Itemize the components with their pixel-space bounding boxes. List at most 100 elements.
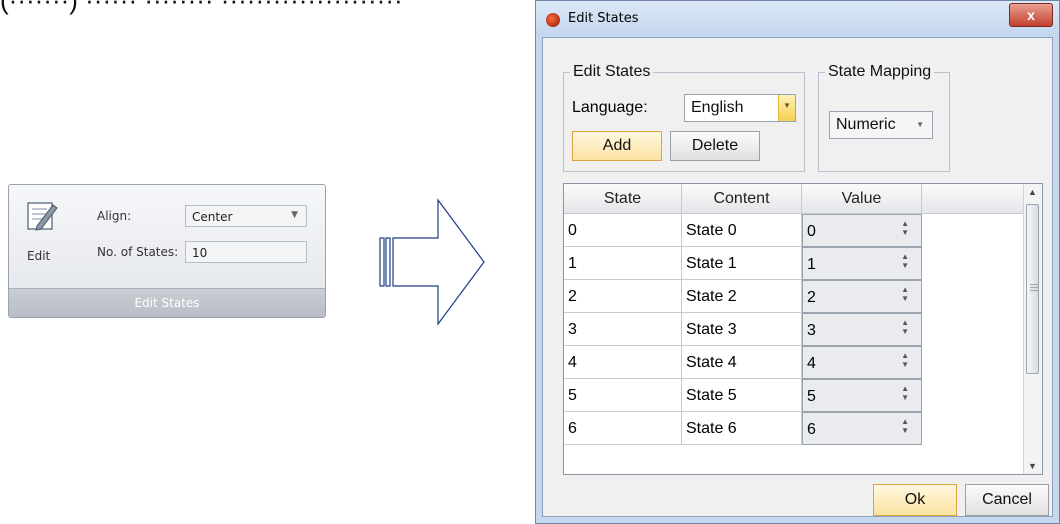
value-spinner[interactable]: 1 ▲ ▼ — [802, 247, 922, 280]
app-icon — [546, 13, 560, 27]
table-cell-state[interactable]: 4 — [564, 346, 682, 379]
cell-text: 5 — [568, 387, 577, 404]
spinner-arrows-icon[interactable]: ▲ ▼ — [901, 318, 909, 336]
table-cell-content[interactable]: State 0 — [682, 214, 802, 247]
spinner-arrows-icon[interactable]: ▲ ▼ — [901, 417, 909, 435]
dialog-client-area: Edit States Language: English ▼ Add Dele… — [542, 37, 1053, 517]
chevron-down-icon: ▼ — [783, 101, 791, 110]
scroll-up-icon[interactable]: ▲ — [1028, 187, 1037, 197]
cell-text: 0 — [807, 223, 816, 240]
table-cell-content[interactable]: State 5 — [682, 379, 802, 412]
value-spinner[interactable]: 4 ▲ ▼ — [802, 346, 922, 379]
column-header-value[interactable]: Value — [802, 184, 922, 214]
states-count-field[interactable]: 10 — [185, 241, 307, 263]
table-cell-blank — [922, 214, 1024, 247]
state-mapping-dropdown[interactable]: Numeric ▼ — [829, 111, 933, 139]
table-cell-state[interactable]: 5 — [564, 379, 682, 412]
column-header-state[interactable]: State — [564, 184, 682, 214]
spinner-arrows-icon[interactable]: ▲ ▼ — [901, 219, 909, 237]
edit-states-group-title: Edit States — [570, 63, 654, 81]
chevron-down-icon: ▼ — [291, 210, 298, 220]
column-header-blank — [922, 184, 1024, 214]
add-button-label: Add — [602, 137, 632, 154]
edit-button[interactable]: Edit — [17, 193, 63, 265]
language-dropdown[interactable]: English ▼ — [684, 94, 796, 122]
value-spinner[interactable]: 6 ▲ ▼ — [802, 412, 922, 445]
delete-button-label: Delete — [691, 137, 739, 154]
arrow-right-icon — [379, 198, 485, 326]
value-spinner[interactable]: 5 ▲ ▼ — [802, 379, 922, 412]
edit-states-groupbox: Edit States Language: English ▼ Add Dele… — [563, 63, 805, 172]
cancel-button[interactable]: Cancel — [965, 484, 1049, 516]
column-header-content[interactable]: Content — [682, 184, 802, 214]
scroll-down-icon[interactable]: ▼ — [1028, 461, 1037, 471]
cell-text: State 6 — [686, 420, 737, 437]
edit-states-dialog: Edit States x Edit States Language: Engl… — [535, 0, 1060, 524]
cell-text: 6 — [807, 421, 816, 438]
cell-text: State 1 — [686, 255, 737, 272]
spinner-arrows-icon[interactable]: ▲ ▼ — [901, 384, 909, 402]
cell-text: 3 — [568, 321, 577, 338]
ribbon-group-label: Edit States — [9, 288, 325, 317]
table-cell-content[interactable]: State 2 — [682, 280, 802, 313]
cell-text: 6 — [568, 420, 577, 437]
cell-text: 2 — [807, 289, 816, 306]
table-cell-blank — [922, 346, 1024, 379]
edit-button-label: Edit — [27, 249, 51, 263]
language-label: Language: — [572, 99, 648, 116]
language-dropdown-button[interactable]: ▼ — [778, 95, 795, 121]
states-grid: State Content Value 0 State 0 0 ▲ ▼ 1 State 11… — [563, 183, 1043, 475]
close-icon: x — [1027, 7, 1035, 23]
state-mapping-group-title: State Mapping — [825, 63, 935, 81]
dialog-title: Edit States — [568, 11, 639, 26]
table-cell-content[interactable]: State 1 — [682, 247, 802, 280]
spinner-arrows-icon[interactable]: ▲ ▼ — [901, 351, 909, 369]
table-cell-content[interactable]: State 3 — [682, 313, 802, 346]
value-spinner[interactable]: 0 ▲ ▼ — [802, 214, 922, 247]
table-cell-state[interactable]: 3 — [564, 313, 682, 346]
cell-text: State 3 — [686, 321, 737, 338]
cell-text: 5 — [807, 388, 816, 405]
language-value: English — [691, 99, 744, 116]
ok-button-label: Ok — [904, 491, 926, 508]
cell-text: State 0 — [686, 222, 737, 239]
cancel-button-label: Cancel — [982, 491, 1032, 508]
cell-text: 2 — [568, 288, 577, 305]
grid-vertical-scrollbar[interactable]: ▲ — — — ▼ — [1023, 184, 1042, 474]
align-value: Center — [192, 210, 233, 224]
table-cell-blank — [922, 313, 1024, 346]
cell-text: 1 — [807, 256, 816, 273]
align-dropdown[interactable]: Center ▼ — [185, 205, 307, 227]
ribbon-edit-states-group: Edit Align: Center ▼ No. of States: 10 E… — [8, 184, 326, 318]
scrollbar-thumb[interactable]: — — — — [1026, 204, 1039, 374]
states-count-value: 10 — [192, 246, 208, 260]
spinner-arrows-icon[interactable]: ▲ ▼ — [901, 285, 909, 303]
state-mapping-value: Numeric — [836, 116, 896, 133]
cell-text: 3 — [807, 322, 816, 339]
dialog-titlebar[interactable]: Edit States x — [536, 1, 1059, 37]
states-count-label: No. of States: — [97, 245, 179, 259]
table-cell-blank — [922, 379, 1024, 412]
table-cell-blank — [922, 247, 1024, 280]
table-cell-content[interactable]: State 6 — [682, 412, 802, 445]
add-button[interactable]: Add — [572, 131, 662, 161]
value-spinner[interactable]: 2 ▲ ▼ — [802, 280, 922, 313]
cell-text: 1 — [568, 255, 577, 272]
close-button[interactable]: x — [1009, 3, 1053, 27]
value-spinner[interactable]: 3 ▲ ▼ — [802, 313, 922, 346]
table-cell-state[interactable]: 6 — [564, 412, 682, 445]
table-cell-state[interactable]: 1 — [564, 247, 682, 280]
grip-icon: — — — — [1030, 280, 1038, 295]
ok-button[interactable]: Ok — [873, 484, 957, 516]
table-cell-state[interactable]: 2 — [564, 280, 682, 313]
spinner-arrows-icon[interactable]: ▲ ▼ — [901, 252, 909, 270]
chevron-down-icon: ▼ — [916, 120, 924, 129]
table-cell-blank — [922, 412, 1024, 445]
table-cell-content[interactable]: State 4 — [682, 346, 802, 379]
cell-text: State 4 — [686, 354, 737, 371]
cell-text: State 2 — [686, 288, 737, 305]
cell-text: 4 — [807, 355, 816, 372]
table-cell-state[interactable]: 0 — [564, 214, 682, 247]
cell-text: 4 — [568, 354, 577, 371]
delete-button[interactable]: Delete — [670, 131, 760, 161]
